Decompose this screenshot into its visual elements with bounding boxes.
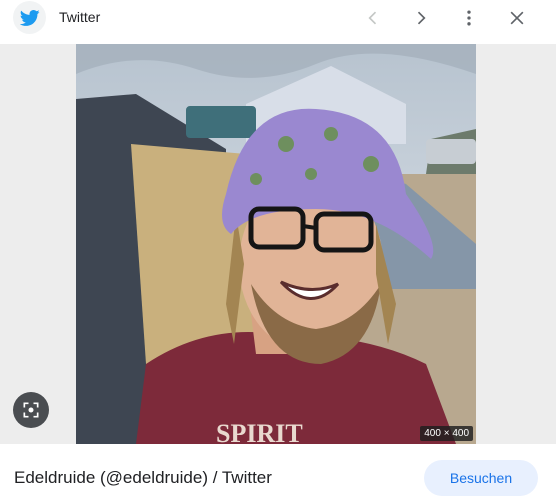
site-logo[interactable] <box>13 1 46 34</box>
image-viewer: SPIRIT 400 × 400 <box>0 44 556 444</box>
previous-image-button[interactable] <box>359 4 387 32</box>
preview-image[interactable]: SPIRIT 400 × 400 <box>76 44 476 444</box>
visit-button[interactable]: Besuchen <box>424 460 538 496</box>
site-name: Twitter <box>59 9 101 25</box>
chevron-right-icon <box>417 11 426 25</box>
profile-photo-illustration: SPIRIT <box>76 44 476 444</box>
image-viewer-header: Twitter <box>0 0 556 36</box>
lens-search-icon <box>23 402 39 418</box>
shirt-print-text: SPIRIT <box>216 419 303 444</box>
next-image-button[interactable] <box>407 4 435 32</box>
more-vert-icon <box>467 10 471 26</box>
more-options-button[interactable] <box>455 4 483 32</box>
close-icon <box>510 11 524 25</box>
close-button[interactable] <box>503 4 531 32</box>
image-size-badge: 400 × 400 <box>420 426 473 441</box>
chevron-left-icon <box>368 11 377 25</box>
result-title[interactable]: Edeldruide (@edeldruide) / Twitter <box>14 468 272 488</box>
lens-search-button[interactable] <box>13 392 49 428</box>
result-footer: Edeldruide (@edeldruide) / Twitter Besuc… <box>0 444 556 497</box>
twitter-bird-icon <box>19 9 40 26</box>
